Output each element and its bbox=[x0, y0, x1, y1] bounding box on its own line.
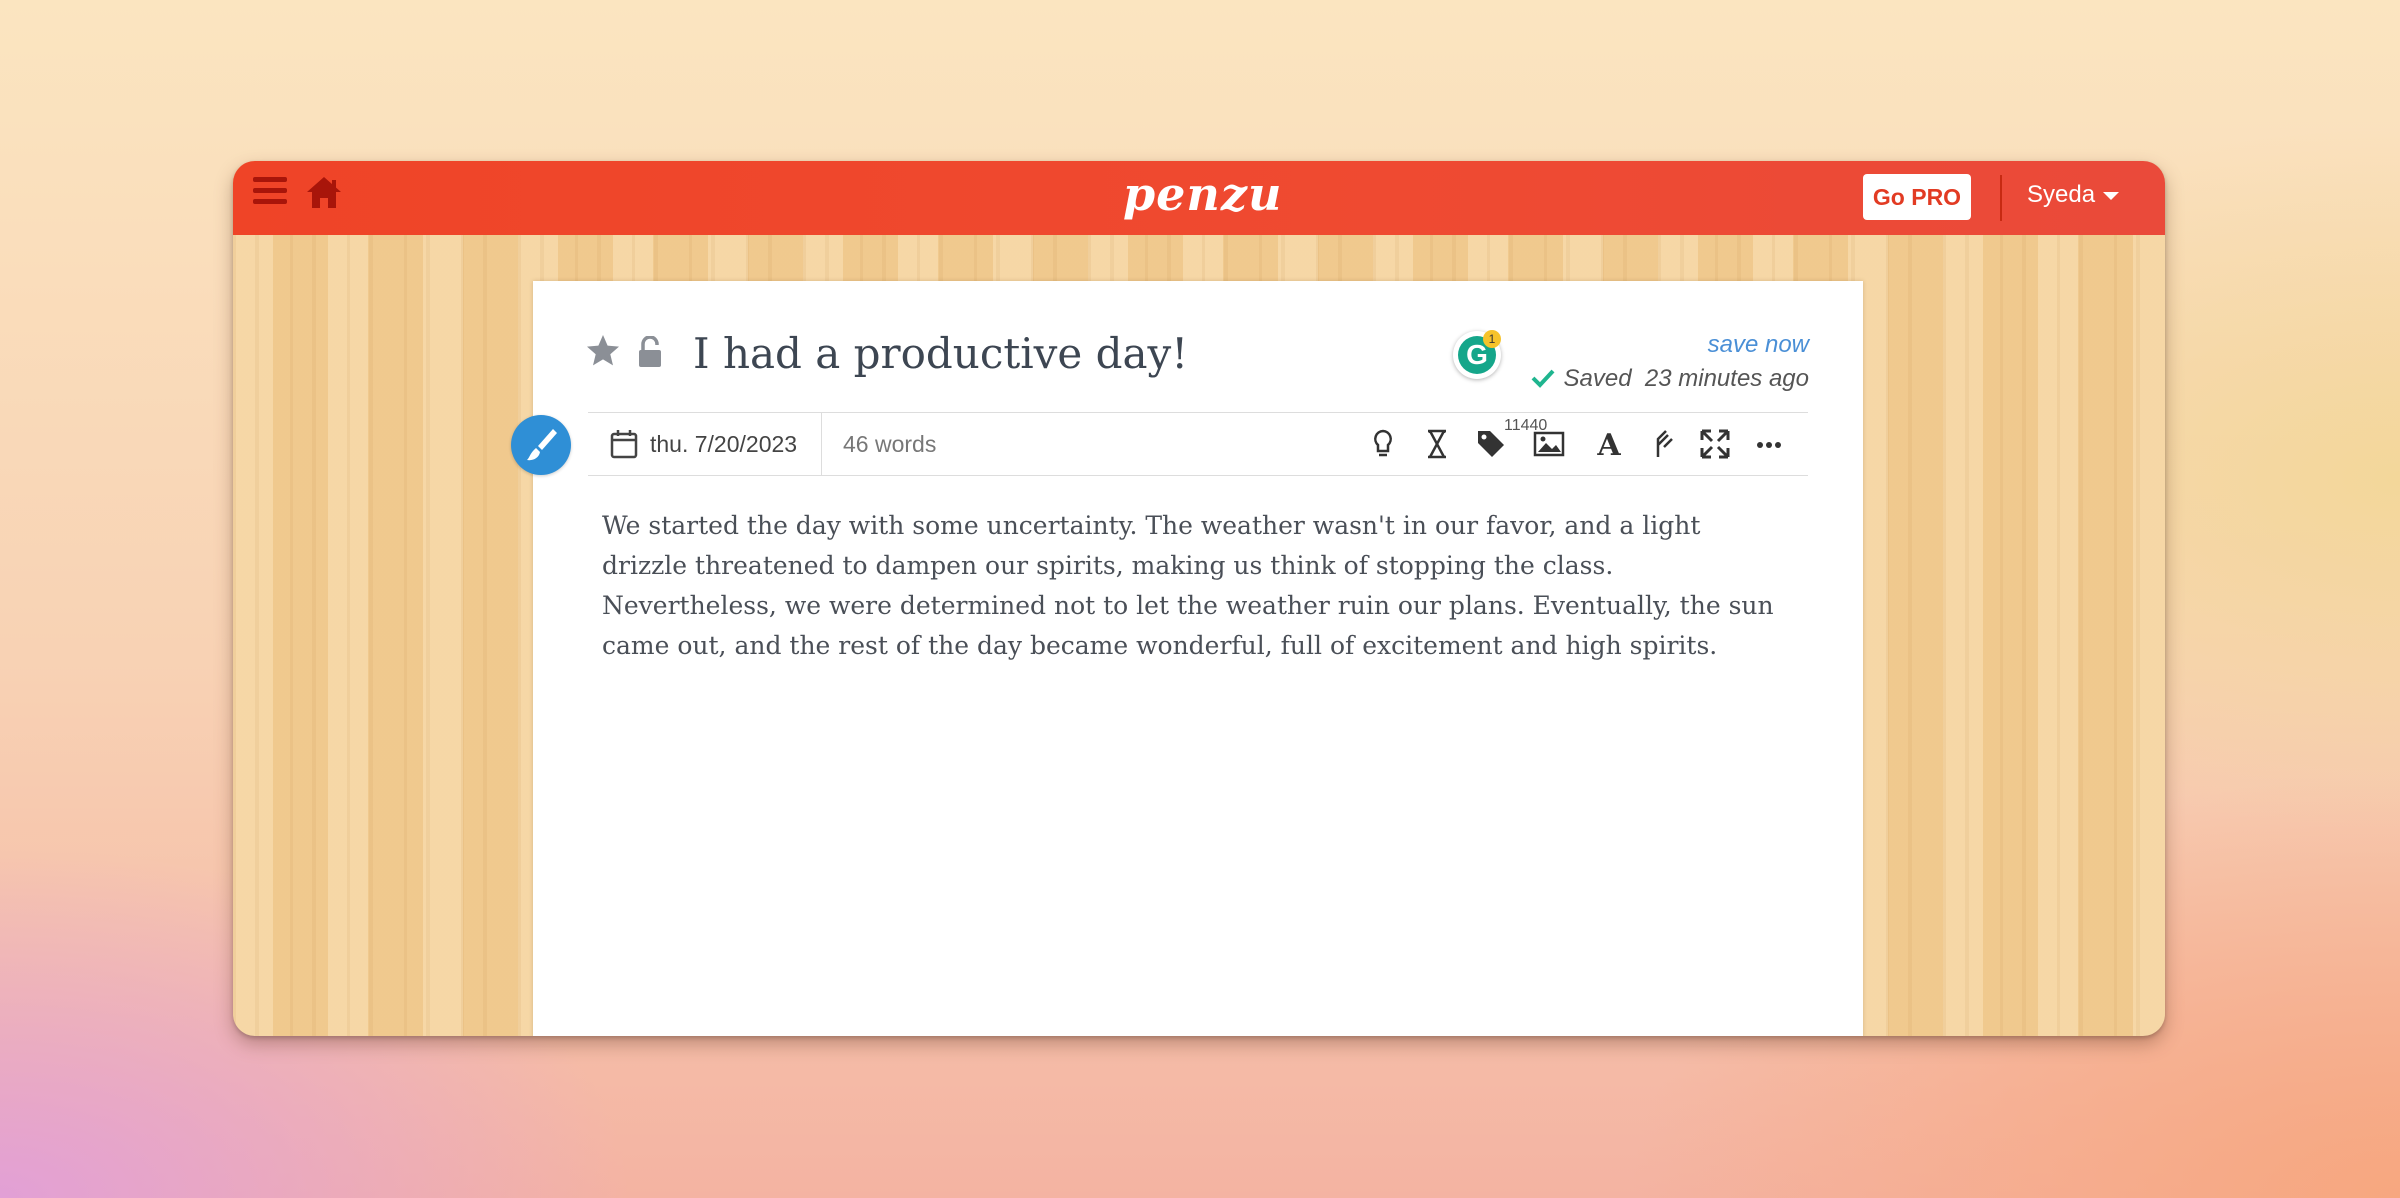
entry-toolbar: thu. 7/20/2023 46 words 11440 A bbox=[588, 412, 1808, 476]
header-divider bbox=[2000, 175, 2002, 221]
hamburger-menu-icon[interactable] bbox=[253, 177, 287, 211]
grammarly-badge: 1 bbox=[1483, 330, 1501, 348]
user-name: Syeda bbox=[2027, 181, 2096, 208]
more-options-icon[interactable] bbox=[1752, 427, 1786, 461]
entry-body-text[interactable]: We started the day with some uncertainty… bbox=[602, 506, 1782, 666]
caret-down-icon bbox=[2103, 191, 2120, 200]
paint-brush-icon bbox=[527, 429, 557, 461]
saved-label: Saved bbox=[1563, 365, 1632, 392]
font-icon[interactable]: A bbox=[1592, 427, 1626, 463]
home-icon[interactable] bbox=[305, 175, 343, 211]
top-navigation-bar: penzu Go PRO Syeda bbox=[233, 161, 2165, 235]
date-picker[interactable]: thu. 7/20/2023 bbox=[610, 413, 797, 475]
lightbulb-icon[interactable] bbox=[1366, 427, 1400, 461]
entry-title-input[interactable] bbox=[693, 329, 1393, 378]
fullscreen-icon[interactable] bbox=[1698, 427, 1732, 461]
go-pro-button[interactable]: Go PRO bbox=[1863, 174, 1971, 220]
checkmark-icon bbox=[1532, 369, 1555, 388]
word-count: 46 words bbox=[843, 431, 937, 457]
fountain-pen-icon[interactable] bbox=[1646, 427, 1680, 461]
penzu-logo[interactable]: penzu bbox=[1123, 167, 1281, 221]
theme-brush-button[interactable] bbox=[511, 415, 571, 475]
image-icon[interactable] bbox=[1532, 427, 1566, 461]
save-now-link[interactable]: save now bbox=[1708, 331, 1809, 359]
app-window: penzu Go PRO Syeda G 1 save now bbox=[233, 161, 2165, 1036]
saved-status: Saved 23 minutes ago bbox=[1531, 365, 1809, 393]
entry-date: thu. 7/20/2023 bbox=[650, 430, 798, 457]
star-icon[interactable] bbox=[585, 333, 621, 369]
calendar-icon bbox=[610, 430, 638, 459]
hourglass-icon[interactable] bbox=[1420, 427, 1454, 461]
unlock-icon[interactable] bbox=[637, 335, 663, 368]
toolbar-divider bbox=[821, 413, 822, 475]
tag-icon[interactable] bbox=[1474, 427, 1508, 461]
journal-page: G 1 save now Saved 23 minutes ago bbox=[511, 281, 1863, 1036]
user-menu-dropdown[interactable]: Syeda bbox=[2027, 181, 2120, 209]
svg-text:A: A bbox=[1596, 428, 1621, 461]
grammarly-button[interactable]: G 1 bbox=[1453, 330, 1501, 379]
saved-time: 23 minutes ago bbox=[1644, 365, 1809, 392]
